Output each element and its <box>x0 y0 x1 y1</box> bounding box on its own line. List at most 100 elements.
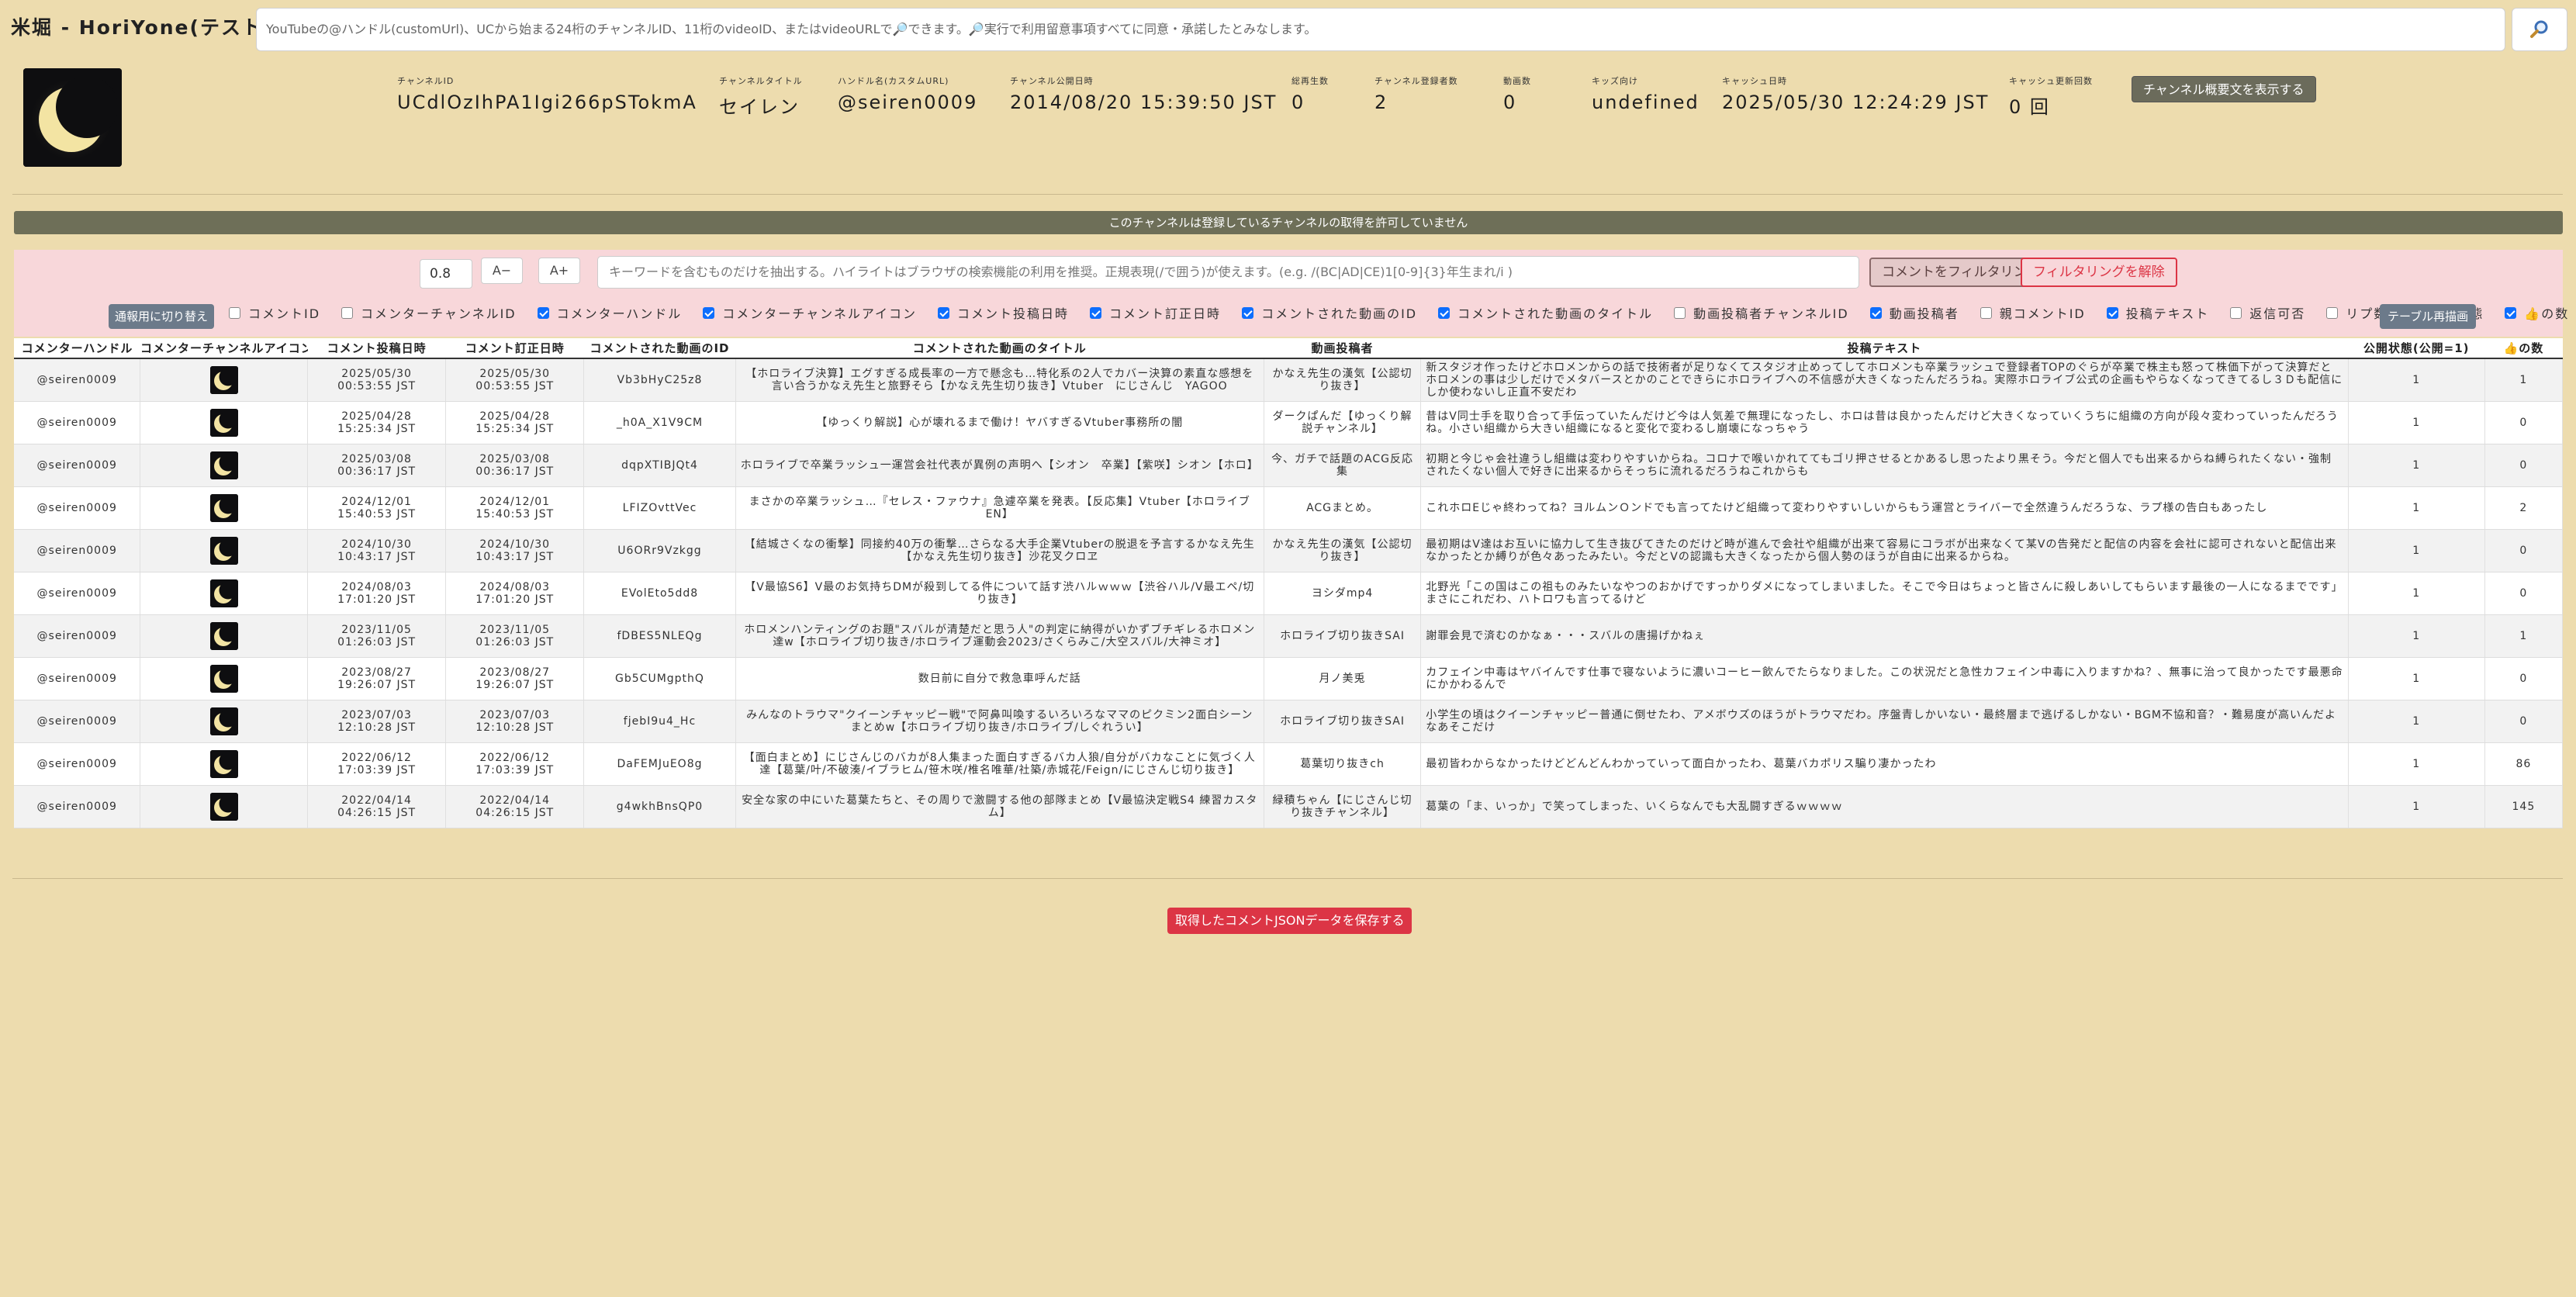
column-toggle-list: コメントID コメンターチャンネルID コメンターハンドル コメンターチャンネルアイコ… <box>229 303 2576 323</box>
checkbox[interactable] <box>537 306 549 319</box>
published-value: 2014/08/20 15:39:50 JST <box>1010 92 1278 113</box>
video-title-cell: 数日前に自分で救急車呼んだ話 <box>735 657 1264 700</box>
column-header[interactable]: 👍の数 <box>2484 338 2563 359</box>
public-status-cell: 1 <box>2348 529 2485 572</box>
crescent-moon-avatar-icon <box>209 579 238 607</box>
show-description-button[interactable]: チャンネル概要文を表示する <box>2132 76 2316 102</box>
commenter-avatar[interactable] <box>209 408 238 437</box>
zoom-out-button[interactable]: A− <box>481 258 523 284</box>
commenter-avatar[interactable] <box>209 451 238 479</box>
column-toggle[interactable]: 投稿テキスト <box>2106 303 2210 322</box>
commenter-handle-cell: @seiren0009 <box>14 401 141 444</box>
checkbox[interactable] <box>703 306 715 319</box>
table-row[interactable]: @seiren0009 2023/11/05 01:26:03 JST 2023/1… <box>14 614 2564 658</box>
posted-at-cell: 2022/04/14 04:26:15 JST <box>307 785 447 828</box>
column-header[interactable]: 投稿テキスト <box>1420 338 2349 359</box>
column-toggle[interactable]: コメントされた動画のタイトル <box>1438 303 1653 322</box>
crescent-moon-avatar-icon <box>209 621 238 650</box>
channel-title-field: チャンネルタイトル セイレン <box>719 74 803 119</box>
checkbox[interactable] <box>1438 306 1451 319</box>
checkbox[interactable] <box>2230 306 2242 319</box>
table-row[interactable]: @seiren0009 2025/03/08 00:36:17 JST 2025/0… <box>14 444 2564 487</box>
checkbox[interactable] <box>1869 306 1882 319</box>
table-row[interactable]: @seiren0009 2024/08/03 17:01:20 JST 2024/0… <box>14 572 2564 615</box>
table-row[interactable]: @seiren0009 2023/08/27 19:26:07 JST 2023/0… <box>14 657 2564 700</box>
column-toggle-label: コメントID <box>248 306 321 321</box>
commenter-avatar[interactable] <box>209 707 238 735</box>
public-status-cell: 1 <box>2348 358 2485 402</box>
channel-title-value: セイレン <box>719 96 800 118</box>
column-toggle[interactable]: 動画投稿者 <box>1869 303 1959 322</box>
column-toggle[interactable]: リプ数 <box>2326 303 2388 322</box>
public-status-cell: 1 <box>2348 486 2485 530</box>
checkbox[interactable] <box>1980 306 1992 319</box>
table-row[interactable]: @seiren0009 2025/05/30 00:53:55 JST 2025/0… <box>14 358 2564 402</box>
column-toggle[interactable]: コメントされた動画のID <box>1242 303 1417 322</box>
column-toggle-label: 親コメントID <box>1999 306 2086 321</box>
table-row[interactable]: @seiren0009 2024/10/30 10:43:17 JST 2024/1… <box>14 529 2564 572</box>
save-json-button[interactable]: 取得したコメントJSONデータを保存する <box>1167 908 1412 934</box>
uploader-cell: ホロライブ切り抜きSAI <box>1264 700 1422 743</box>
search-input[interactable]: YouTubeの@ハンドル(customUrl)、UCから始まる24桁のチャンネ… <box>256 8 2505 51</box>
crescent-moon-avatar-icon <box>209 536 238 565</box>
column-toggle[interactable]: 動画投稿者チャンネルID <box>1674 303 1849 322</box>
commenter-avatar[interactable] <box>209 493 238 522</box>
cache-count-value: 0 回 <box>2009 96 2050 118</box>
commenter-avatar[interactable] <box>209 365 238 394</box>
column-header[interactable]: コメンターハンドル <box>14 338 140 359</box>
column-header[interactable]: 動画投稿者 <box>1264 338 1421 359</box>
checkbox[interactable] <box>1242 306 1254 319</box>
column-toggle[interactable]: コメンターチャンネルID <box>341 303 517 322</box>
posted-at-cell: 2024/12/01 15:40:53 JST <box>307 486 447 530</box>
channel-avatar <box>23 68 122 167</box>
commenter-avatar[interactable] <box>209 664 238 693</box>
column-toggle[interactable]: コメンターハンドル <box>537 303 683 322</box>
edited-at-cell: 2023/07/03 12:10:28 JST <box>445 700 585 743</box>
column-header[interactable]: コメントされた動画のID <box>583 338 736 359</box>
redraw-table-button[interactable]: テーブル再描画 <box>2380 304 2477 329</box>
zoom-in-button[interactable]: A+ <box>538 258 580 284</box>
column-toggle[interactable]: 返信可否 <box>2230 303 2305 322</box>
scale-input[interactable]: 0.8 <box>420 259 472 289</box>
checkbox[interactable] <box>1674 306 1686 319</box>
edited-at-cell: 2024/10/30 10:43:17 JST <box>445 529 585 572</box>
column-toggle[interactable]: コメント投稿日時 <box>938 303 1069 322</box>
clear-filter-button[interactable]: フィルタリングを解除 <box>2021 258 2177 287</box>
like-count-cell: 86 <box>2484 742 2564 786</box>
table-row[interactable]: @seiren0009 2022/04/14 04:26:15 JST 2022/0… <box>14 785 2564 828</box>
commenter-avatar[interactable] <box>209 536 238 565</box>
checkbox[interactable] <box>938 306 950 319</box>
table-row[interactable]: @seiren0009 2025/04/28 15:25:34 JST 2025/0… <box>14 401 2564 444</box>
checkbox[interactable] <box>341 306 354 319</box>
commenter-avatar[interactable] <box>209 579 238 607</box>
commenter-avatar[interactable] <box>209 792 238 821</box>
like-count-cell: 145 <box>2484 785 2564 828</box>
column-header[interactable]: 公開状態(公開=1) <box>2348 338 2485 359</box>
checkbox[interactable] <box>2326 306 2339 319</box>
report-mode-button[interactable]: 通報用に切り替え <box>109 304 215 329</box>
commenter-avatar[interactable] <box>209 749 238 778</box>
search-button[interactable] <box>2512 8 2567 51</box>
keyword-filter-input[interactable]: キーワードを含むものだけを抽出する。ハイライトはブラウザの検索機能の利用を推奨。… <box>597 256 1859 289</box>
table-row[interactable]: @seiren0009 2024/12/01 15:40:53 JST 2024/1… <box>14 486 2564 530</box>
video-id-cell: U6ORr9Vzkgg <box>583 529 736 572</box>
column-header[interactable]: コメント投稿日時 <box>307 338 446 359</box>
commenter-avatar[interactable] <box>209 621 238 650</box>
edited-at-cell: 2023/11/05 01:26:03 JST <box>445 614 585 658</box>
column-header[interactable]: コメント訂正日時 <box>445 338 584 359</box>
column-toggle[interactable]: 親コメントID <box>1980 303 2086 322</box>
column-header[interactable]: コメンターチャンネルアイコン <box>140 338 308 359</box>
public-status-cell: 1 <box>2348 401 2485 444</box>
table-row[interactable]: @seiren0009 2023/07/03 12:10:28 JST 2023/0… <box>14 700 2564 743</box>
checkbox[interactable] <box>1090 306 1102 319</box>
column-toggle[interactable]: コメントID <box>229 303 320 322</box>
commenter-avatar-cell <box>140 401 309 444</box>
column-toggle[interactable]: コメント訂正日時 <box>1090 303 1221 322</box>
checkbox[interactable] <box>229 306 240 319</box>
column-header[interactable]: コメントされた動画のタイトル <box>735 338 1264 359</box>
table-row[interactable]: @seiren0009 2022/06/12 17:03:39 JST 2022/0… <box>14 742 2564 786</box>
checkbox[interactable] <box>2505 306 2517 319</box>
column-toggle[interactable]: 👍の数 <box>2505 303 2569 322</box>
column-toggle[interactable]: コメンターチャンネルアイコン <box>703 303 917 322</box>
checkbox[interactable] <box>2106 306 2118 319</box>
